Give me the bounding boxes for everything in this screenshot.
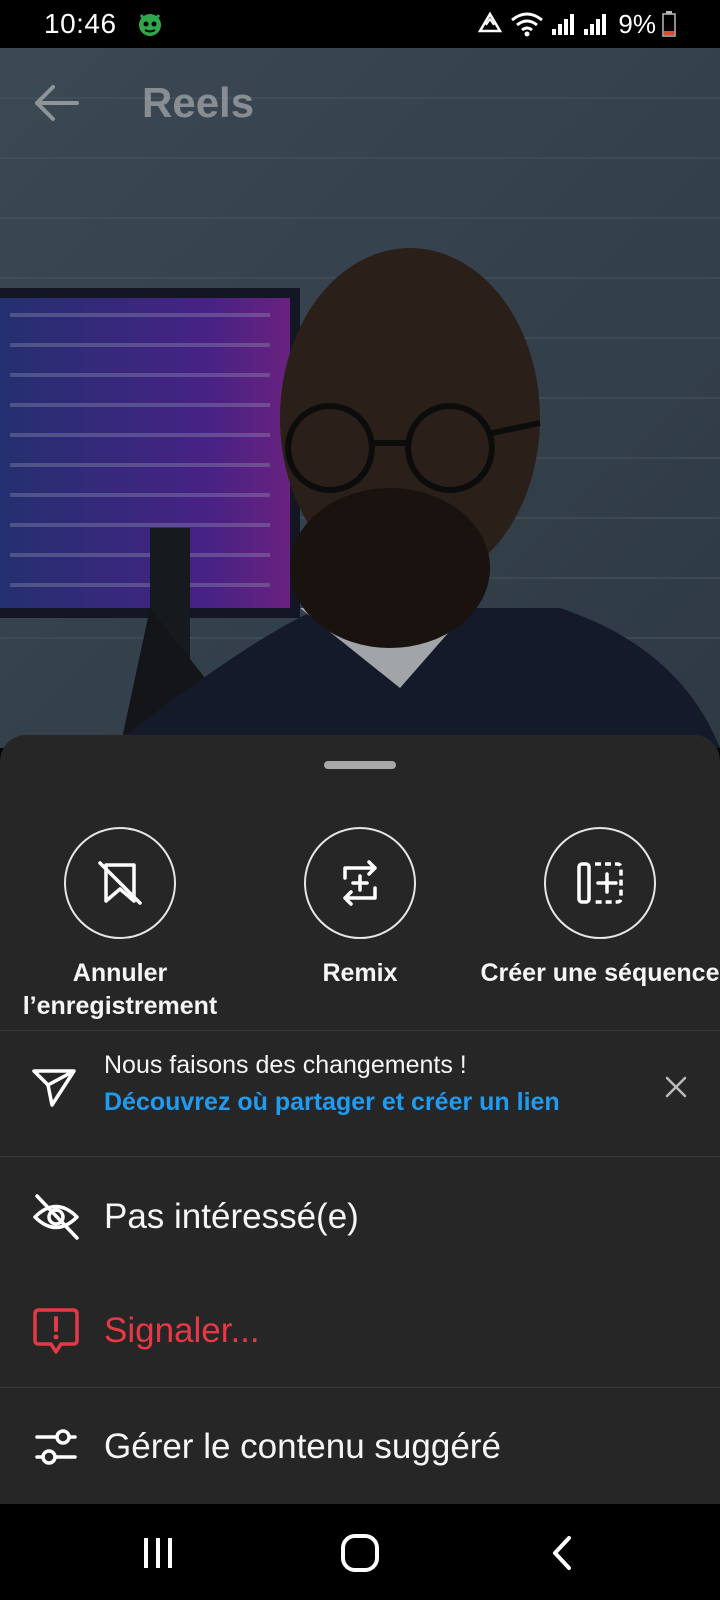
arrow-left-icon bbox=[35, 85, 79, 121]
unsave-label: Annuler l’enregistrement bbox=[22, 959, 218, 1020]
unsave-circle bbox=[64, 827, 176, 939]
not-interested-item[interactable]: Pas intéressé(e) bbox=[0, 1167, 720, 1267]
report-item[interactable]: Signaler... bbox=[0, 1281, 720, 1381]
unsave-button[interactable]: Annuler l’enregistrement bbox=[0, 827, 240, 1023]
sequence-circle bbox=[544, 827, 656, 939]
home-icon bbox=[341, 1534, 379, 1572]
status-icons: 9% bbox=[476, 9, 676, 40]
page-title: Reels bbox=[142, 79, 255, 126]
manage-suggested-item[interactable]: Gérer le contenu suggéré bbox=[0, 1397, 720, 1497]
sequence-icon bbox=[577, 862, 623, 904]
sliders-icon bbox=[35, 1429, 77, 1465]
recent-apps-button[interactable] bbox=[128, 1528, 188, 1578]
signal-icon bbox=[584, 14, 607, 35]
divider bbox=[0, 1156, 720, 1157]
app-notification-icon bbox=[138, 14, 161, 36]
battery-icon bbox=[662, 11, 676, 37]
eye-slash-icon-wrap bbox=[30, 1191, 82, 1243]
top-nav: Reels bbox=[0, 48, 720, 158]
report-icon-wrap bbox=[30, 1305, 82, 1357]
wifi-icon bbox=[511, 12, 544, 37]
quick-actions: Annuler l’enregistrement Remix Créer une… bbox=[0, 827, 720, 1020]
system-back-button[interactable] bbox=[532, 1528, 592, 1578]
status-time: 10:46 bbox=[44, 8, 117, 39]
home-button[interactable] bbox=[330, 1528, 390, 1578]
changes-notice[interactable]: Nous faisons des changements ! Découvrez… bbox=[0, 1031, 720, 1151]
remix-icon bbox=[343, 860, 377, 906]
options-sheet: Annuler l’enregistrement Remix Créer une… bbox=[0, 735, 720, 1504]
notice-title: Nous faisons des changements ! bbox=[104, 1051, 467, 1079]
remix-label: Remix bbox=[322, 959, 398, 987]
signal-icon bbox=[552, 14, 575, 35]
status-bar: 10:46 9% bbox=[0, 0, 720, 48]
sheet-drag-handle[interactable] bbox=[324, 761, 396, 769]
sequence-label: Créer une séquence bbox=[480, 959, 720, 987]
system-nav-bar bbox=[0, 1504, 720, 1600]
send-icon bbox=[32, 1069, 76, 1107]
back-button[interactable] bbox=[26, 73, 86, 133]
battery-level: 9% bbox=[618, 8, 656, 39]
back-icon bbox=[553, 1536, 571, 1570]
notice-close-button[interactable] bbox=[656, 1067, 696, 1107]
notice-link[interactable]: Découvrez où partager et créer un lien bbox=[104, 1088, 560, 1117]
recycle-icon bbox=[478, 11, 503, 33]
sliders-icon-wrap bbox=[30, 1421, 82, 1473]
not-interested-label: Pas intéressé(e) bbox=[104, 1197, 359, 1236]
remix-button[interactable]: Remix bbox=[240, 827, 480, 990]
remix-circle bbox=[304, 827, 416, 939]
eye-slash-icon bbox=[33, 1194, 79, 1240]
create-sequence-button[interactable]: Créer une séquence bbox=[480, 827, 720, 990]
report-label: Signaler... bbox=[104, 1311, 260, 1350]
close-icon bbox=[665, 1076, 687, 1098]
bookmark-slash-icon bbox=[98, 861, 142, 905]
manage-suggested-label: Gérer le contenu suggéré bbox=[104, 1427, 501, 1466]
report-icon bbox=[33, 1308, 79, 1354]
recent-apps-icon bbox=[144, 1538, 172, 1568]
divider bbox=[0, 1387, 720, 1388]
